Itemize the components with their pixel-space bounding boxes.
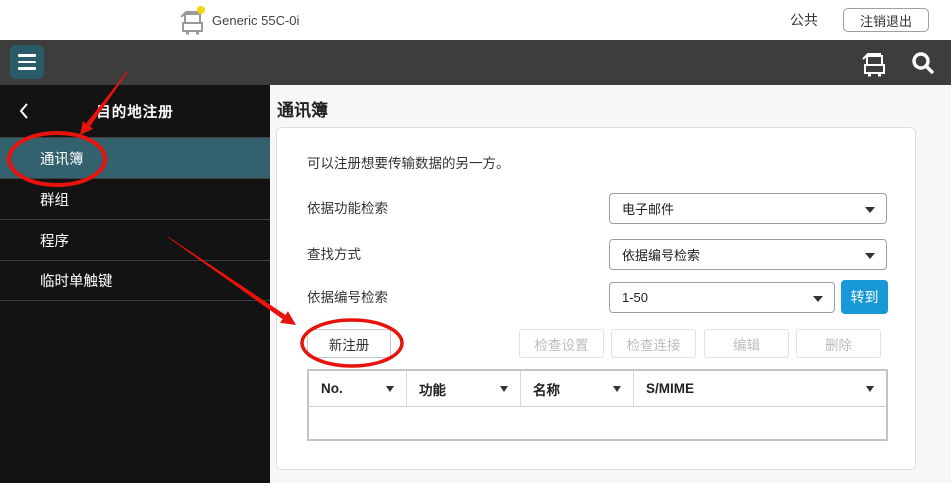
app-bar bbox=[0, 40, 951, 85]
column-header-no[interactable]: No. bbox=[309, 371, 407, 406]
go-button[interactable]: 转到 bbox=[841, 280, 888, 314]
sidebar-item-temp-one-touch[interactable]: 临时单触键 bbox=[0, 260, 270, 301]
number-range-select[interactable]: 1-50 bbox=[609, 282, 835, 313]
column-header-function[interactable]: 功能 bbox=[407, 371, 521, 406]
sort-caret-icon bbox=[386, 386, 394, 392]
hamburger-line bbox=[18, 60, 36, 64]
chevron-down-icon bbox=[813, 296, 823, 302]
search-by-function-label: 依据功能检索 bbox=[307, 201, 388, 216]
logout-button[interactable]: 注销退出 bbox=[842, 8, 929, 32]
hamburger-line bbox=[18, 54, 36, 57]
selected-value: 1-50 bbox=[622, 290, 649, 305]
hamburger-line bbox=[18, 67, 36, 70]
sidebar-item-program[interactable]: 程序 bbox=[0, 219, 270, 260]
sidebar-title: 目的地注册 bbox=[96, 104, 174, 121]
chevron-down-icon bbox=[865, 253, 875, 259]
printer-logo-icon bbox=[180, 6, 205, 35]
device-status-icon[interactable] bbox=[860, 48, 888, 78]
column-label: S/MIME bbox=[646, 381, 695, 396]
edit-button[interactable]: 编辑 bbox=[704, 329, 789, 358]
back-chevron-icon[interactable] bbox=[12, 99, 36, 123]
column-label: 名称 bbox=[533, 382, 560, 398]
delete-button[interactable]: 删除 bbox=[796, 329, 881, 358]
column-header-smime[interactable]: S/MIME bbox=[634, 371, 886, 406]
table-header-row: No. 功能 名称 S/MIME bbox=[309, 371, 886, 407]
column-label: No. bbox=[321, 381, 343, 396]
address-book-table: No. 功能 名称 S/MIME bbox=[307, 369, 888, 441]
search-icon[interactable] bbox=[910, 50, 935, 75]
search-by-number-label: 依据编号检索 bbox=[307, 290, 388, 305]
top-bar: Generic 55C-0i 公共 注销退出 bbox=[0, 0, 951, 40]
sort-caret-icon bbox=[866, 386, 874, 392]
sort-caret-icon bbox=[613, 386, 621, 392]
hamburger-menu-button[interactable] bbox=[10, 45, 44, 79]
column-header-name[interactable]: 名称 bbox=[521, 371, 634, 406]
check-connection-button[interactable]: 检查连接 bbox=[611, 329, 696, 358]
search-by-function-select[interactable]: 电子邮件 bbox=[609, 193, 887, 224]
address-book-panel: 可以注册想要传输数据的另一方。 依据功能检索 电子邮件 查找方式 依据编号检索 … bbox=[276, 127, 916, 470]
sidebar-item-group[interactable]: 群组 bbox=[0, 178, 270, 219]
selected-value: 依据编号检索 bbox=[622, 248, 701, 263]
page-title: 通讯簿 bbox=[277, 101, 328, 120]
sidebar: 目的地注册 通讯簿 群组 程序 临时单触键 bbox=[0, 85, 270, 483]
panel-description: 可以注册想要传输数据的另一方。 bbox=[307, 156, 510, 171]
empty-table-row bbox=[309, 407, 886, 439]
column-label: 功能 bbox=[419, 382, 446, 398]
new-registration-button[interactable]: 新注册 bbox=[307, 329, 391, 358]
device-identity: Generic 55C-0i bbox=[179, 0, 299, 40]
check-settings-button[interactable]: 检查设置 bbox=[519, 329, 604, 358]
user-scope-label: 公共 bbox=[789, 12, 818, 28]
main-content: 通讯簿 可以注册想要传输数据的另一方。 依据功能检索 电子邮件 查找方式 依据编… bbox=[270, 85, 951, 483]
lookup-method-label: 查找方式 bbox=[307, 247, 361, 262]
sidebar-item-address-book[interactable]: 通讯簿 bbox=[0, 137, 270, 178]
sort-caret-icon bbox=[500, 386, 508, 392]
device-name: Generic 55C-0i bbox=[212, 12, 300, 28]
selected-value: 电子邮件 bbox=[622, 202, 675, 217]
lookup-method-select[interactable]: 依据编号检索 bbox=[609, 239, 887, 270]
chevron-down-icon bbox=[865, 207, 875, 213]
